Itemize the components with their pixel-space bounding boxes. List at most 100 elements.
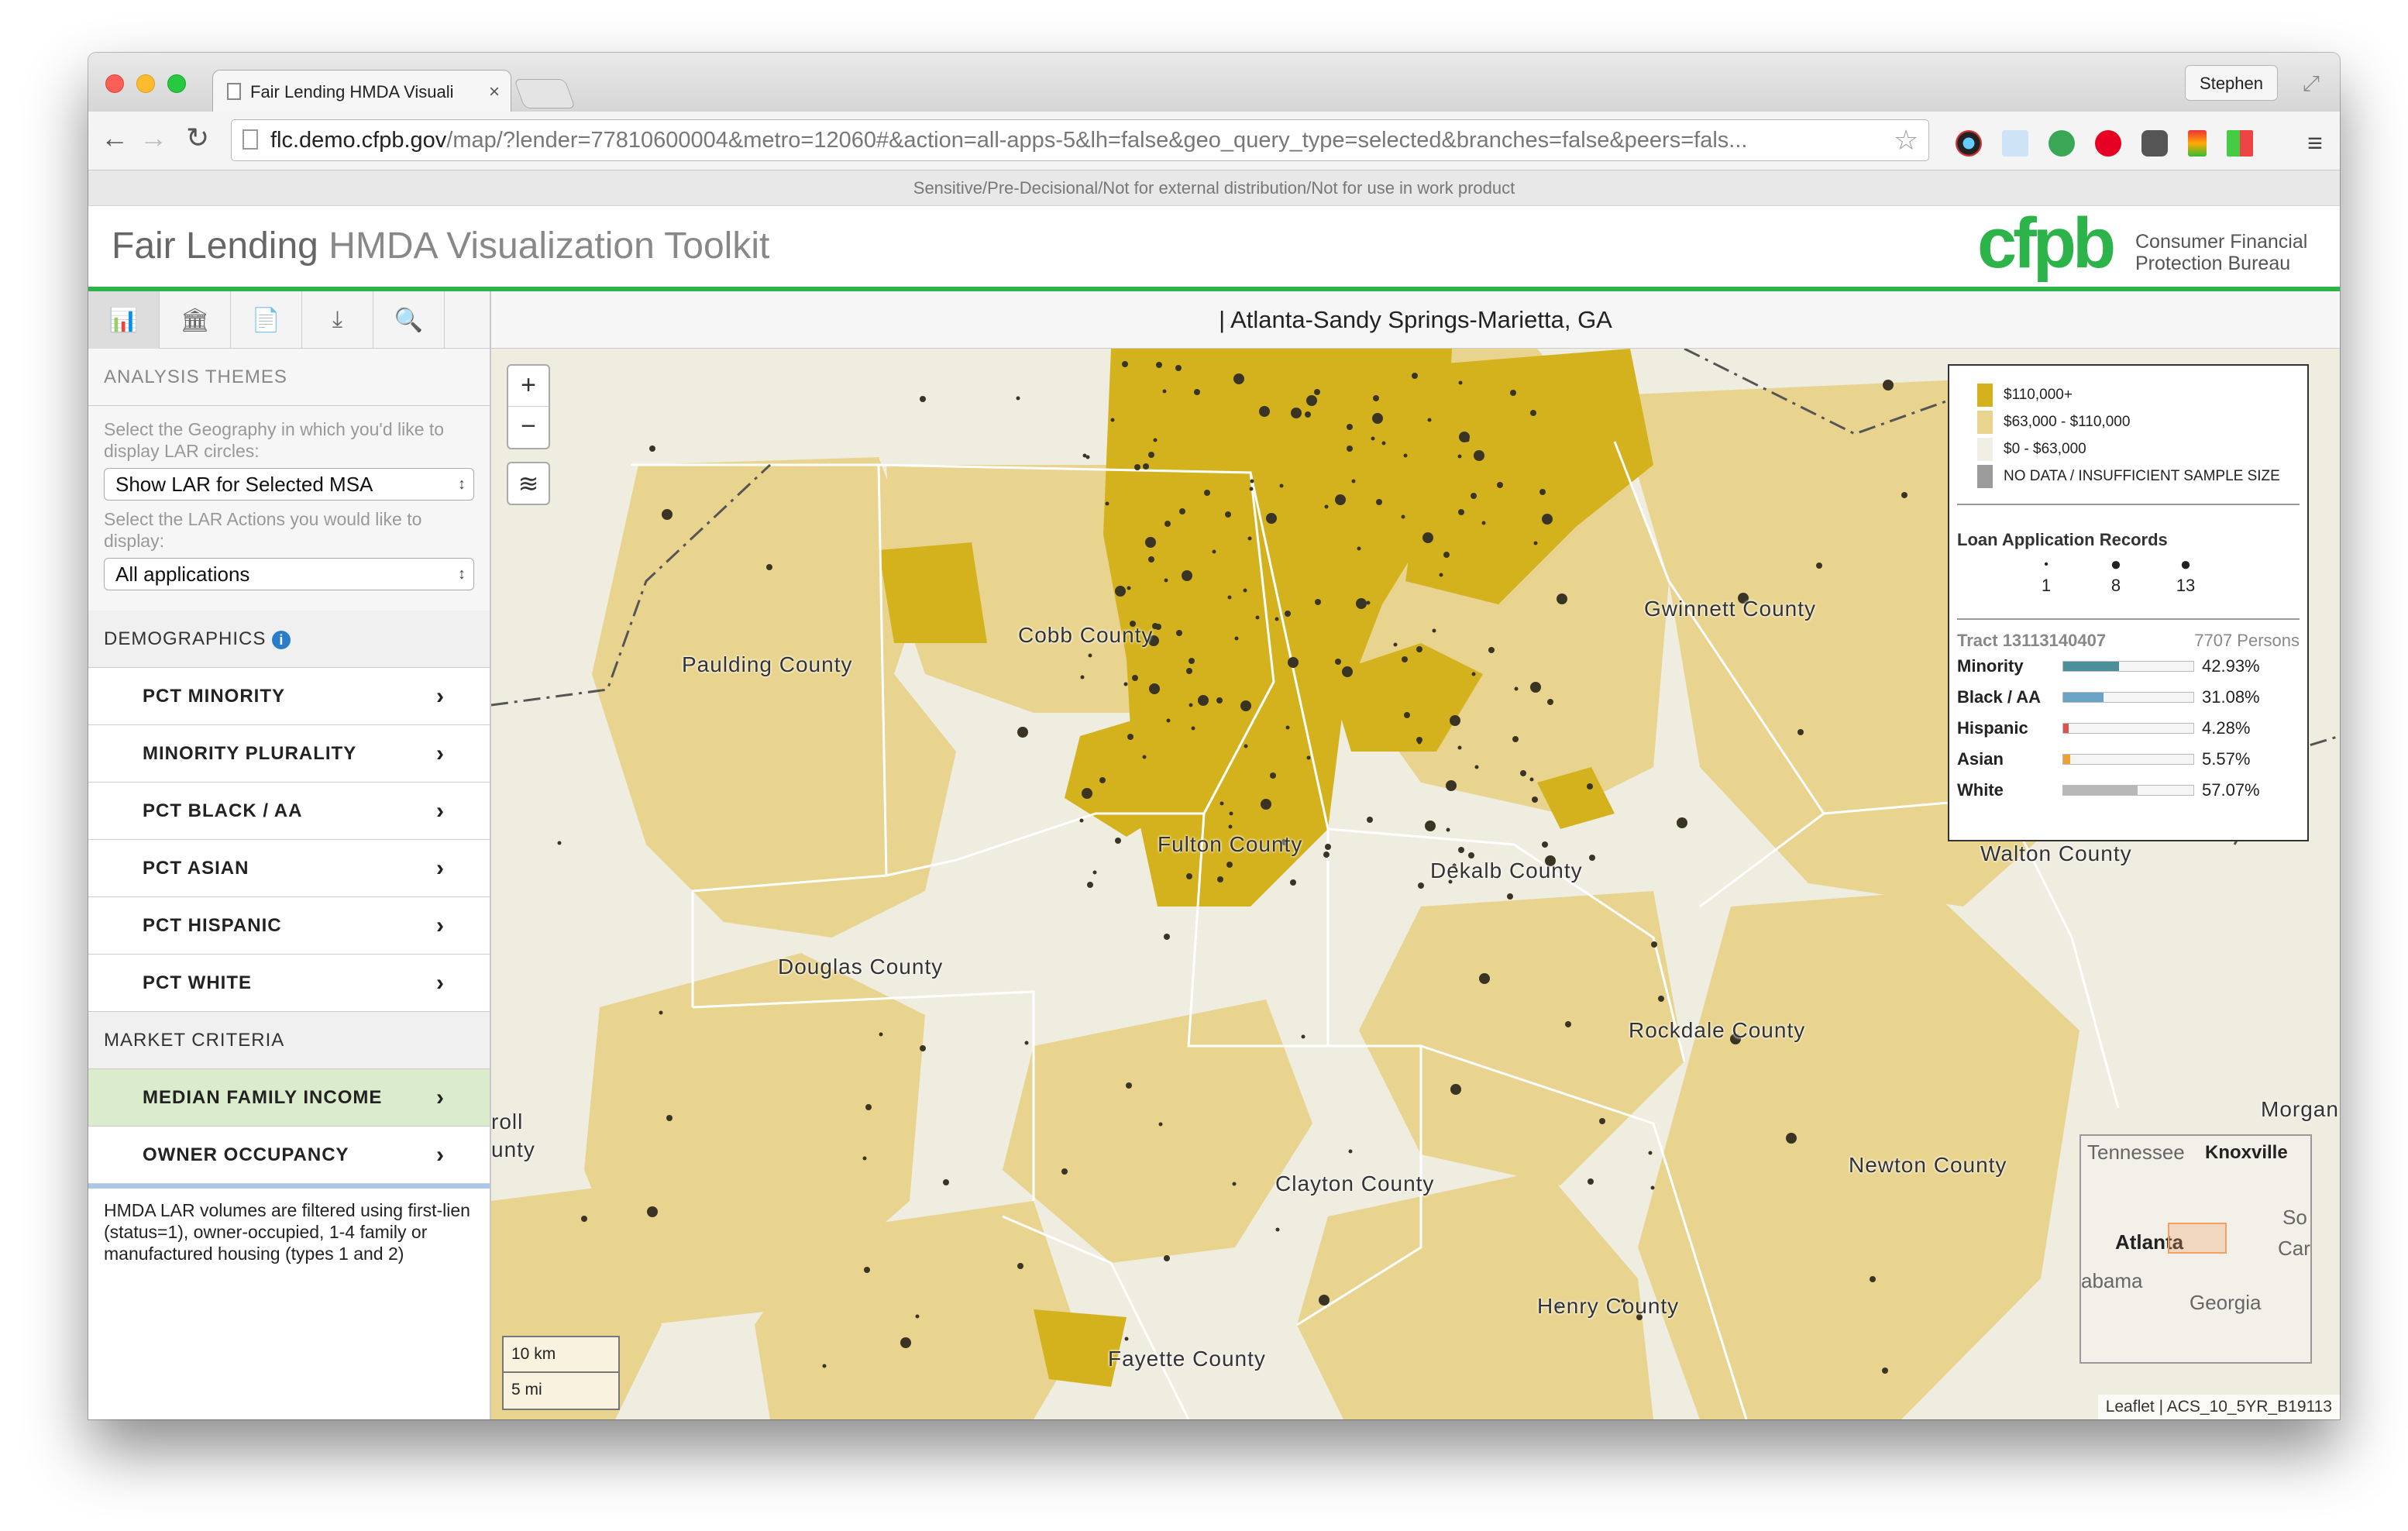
geography-select[interactable]: Show LAR for Selected MSA bbox=[104, 468, 474, 501]
lar-circle bbox=[1123, 682, 1128, 686]
demographics-label: DEMOGRAPHICS bbox=[104, 628, 267, 649]
lar-circle bbox=[1249, 487, 1254, 491]
demographics-item[interactable]: PCT HISPANIC › bbox=[88, 897, 490, 955]
close-tab-icon[interactable]: × bbox=[489, 71, 500, 113]
lar-circle bbox=[1786, 1133, 1797, 1144]
lar-circle bbox=[1416, 646, 1422, 652]
minimize-window-button[interactable] bbox=[136, 74, 155, 93]
lar-circle bbox=[1176, 630, 1182, 636]
forward-icon[interactable]: → bbox=[139, 122, 167, 153]
lar-circle bbox=[649, 446, 655, 452]
county-label: Gwinnett County bbox=[1644, 597, 1816, 621]
zoom-in-button[interactable]: + bbox=[508, 366, 549, 407]
close-window-button[interactable] bbox=[105, 74, 124, 93]
lar-circle bbox=[1082, 788, 1092, 799]
lar-circle bbox=[1439, 573, 1443, 577]
lar-circle bbox=[1373, 395, 1379, 401]
chevron-right-icon: › bbox=[436, 1142, 445, 1168]
lar-circle bbox=[1204, 490, 1210, 496]
lar-circle bbox=[1901, 492, 1907, 498]
lar-circle bbox=[1175, 365, 1182, 371]
bar-chart-icon[interactable]: 📊 bbox=[88, 291, 160, 349]
logo-line-1: Consumer Financial bbox=[2135, 231, 2308, 253]
lar-circle bbox=[1376, 499, 1382, 505]
legend-swatch-row: $0 - $63,000 bbox=[1957, 435, 2300, 463]
lar-circle bbox=[1371, 436, 1375, 441]
item-label: PCT BLACK / AA bbox=[143, 800, 303, 821]
market-item-owner-occupancy[interactable]: OWNER OCCUPANCY › bbox=[88, 1127, 490, 1184]
row-bar bbox=[2062, 661, 2194, 672]
choropleth-map[interactable]: Paulding County Cobb County Gwinnett Cou… bbox=[491, 349, 2340, 1419]
row-value: 42.93% bbox=[2202, 656, 2260, 676]
document-icon[interactable]: 📄 bbox=[231, 291, 302, 349]
row-value: 57.07% bbox=[2202, 780, 2260, 800]
user-profile-button[interactable]: Stephen bbox=[2185, 65, 2278, 101]
demographics-item[interactable]: PCT BLACK / AA › bbox=[88, 783, 490, 840]
lar-circle bbox=[920, 396, 926, 402]
zoom-out-button[interactable]: − bbox=[508, 407, 549, 448]
lar-circle bbox=[1474, 450, 1484, 461]
lar-circle bbox=[1514, 686, 1519, 691]
reload-icon[interactable]: ↻ bbox=[186, 122, 209, 153]
lar-circle bbox=[1088, 653, 1092, 658]
overview-minimap[interactable]: Tennessee Knoxville Atlanta abama Georgi… bbox=[2079, 1134, 2312, 1364]
lar-circle bbox=[1457, 745, 1462, 750]
address-bar[interactable]: flc.demo.cfpb.gov/map/?lender=7781060000… bbox=[231, 119, 1929, 161]
lar-circle bbox=[1648, 1151, 1653, 1155]
signal-extension-icon[interactable] bbox=[2188, 130, 2207, 157]
info-icon[interactable]: i bbox=[272, 630, 291, 649]
market-item-median-family-income[interactable]: MEDIAN FAMILY INCOME › bbox=[88, 1069, 490, 1127]
download-icon[interactable]: ⤓ bbox=[302, 291, 373, 349]
lar-circle bbox=[1082, 453, 1087, 458]
county-label: Dekalb County bbox=[1430, 858, 1583, 882]
swatch-nodata bbox=[1977, 464, 1993, 488]
new-tab-button[interactable] bbox=[514, 79, 576, 108]
demographics-item[interactable]: PCT ASIAN › bbox=[88, 840, 490, 897]
back-icon[interactable]: ← bbox=[101, 122, 129, 153]
lar-circle bbox=[1143, 463, 1149, 470]
lar-circle bbox=[1542, 514, 1553, 525]
row-name: Minority bbox=[1957, 656, 2024, 676]
lar-circle bbox=[1110, 418, 1115, 422]
inset-label: Car bbox=[2278, 1237, 2310, 1260]
lar-circle bbox=[1122, 361, 1128, 367]
lar-circle bbox=[1557, 593, 1567, 604]
inset-label: Tennessee bbox=[2087, 1141, 2185, 1164]
lar-circle bbox=[1153, 438, 1158, 442]
lar-circle bbox=[1164, 934, 1170, 940]
lar-circle bbox=[1520, 770, 1526, 776]
lar-circle bbox=[1356, 598, 1367, 609]
tract-id: Tract 13113140407 bbox=[1957, 631, 2107, 650]
layers-icon[interactable]: ≋ bbox=[507, 462, 550, 505]
zoom-control: + − bbox=[507, 364, 550, 449]
lar-circle bbox=[1658, 996, 1664, 1002]
demographics-item[interactable]: PCT WHITE › bbox=[88, 955, 490, 1012]
browser-menu-icon[interactable]: ≡ bbox=[2307, 130, 2323, 157]
extension-icon[interactable] bbox=[1956, 130, 1982, 157]
lar-circle bbox=[1189, 658, 1195, 664]
lar-circle bbox=[1260, 410, 1266, 416]
evernote-extension-icon[interactable] bbox=[2049, 130, 2075, 157]
search-icon[interactable]: 🔍 bbox=[373, 291, 445, 349]
grid-extension-icon[interactable] bbox=[2227, 130, 2253, 157]
fullscreen-icon[interactable]: ⤢ bbox=[2303, 71, 2320, 97]
folder-extension-icon[interactable] bbox=[2002, 130, 2028, 157]
bookmark-star-icon[interactable]: ☆ bbox=[1894, 121, 1918, 160]
lar-circle bbox=[862, 1156, 867, 1161]
legend-label: $63,000 - $110,000 bbox=[2004, 413, 2131, 430]
lar-actions-select[interactable]: All applications bbox=[104, 558, 474, 590]
demographics-item[interactable]: MINORITY PLURALITY › bbox=[88, 725, 490, 783]
records-title: Loan Application Records bbox=[1957, 530, 2168, 549]
lar-circle bbox=[1179, 508, 1185, 514]
lar-circle bbox=[647, 1206, 658, 1217]
lar-circle bbox=[1270, 772, 1276, 779]
bank-icon[interactable]: 🏛 bbox=[160, 291, 231, 349]
zoom-window-button[interactable] bbox=[167, 74, 186, 93]
lar-circle bbox=[1244, 744, 1248, 748]
browser-tab[interactable]: Fair Lending HMDA Visuali × bbox=[212, 70, 511, 113]
pinterest-icon[interactable] bbox=[2095, 130, 2121, 157]
lar-circle bbox=[1191, 726, 1195, 731]
demographics-item[interactable]: PCT MINORITY › bbox=[88, 668, 490, 725]
minimap-viewport[interactable] bbox=[2168, 1223, 2227, 1254]
pocket-icon[interactable] bbox=[2141, 130, 2168, 157]
